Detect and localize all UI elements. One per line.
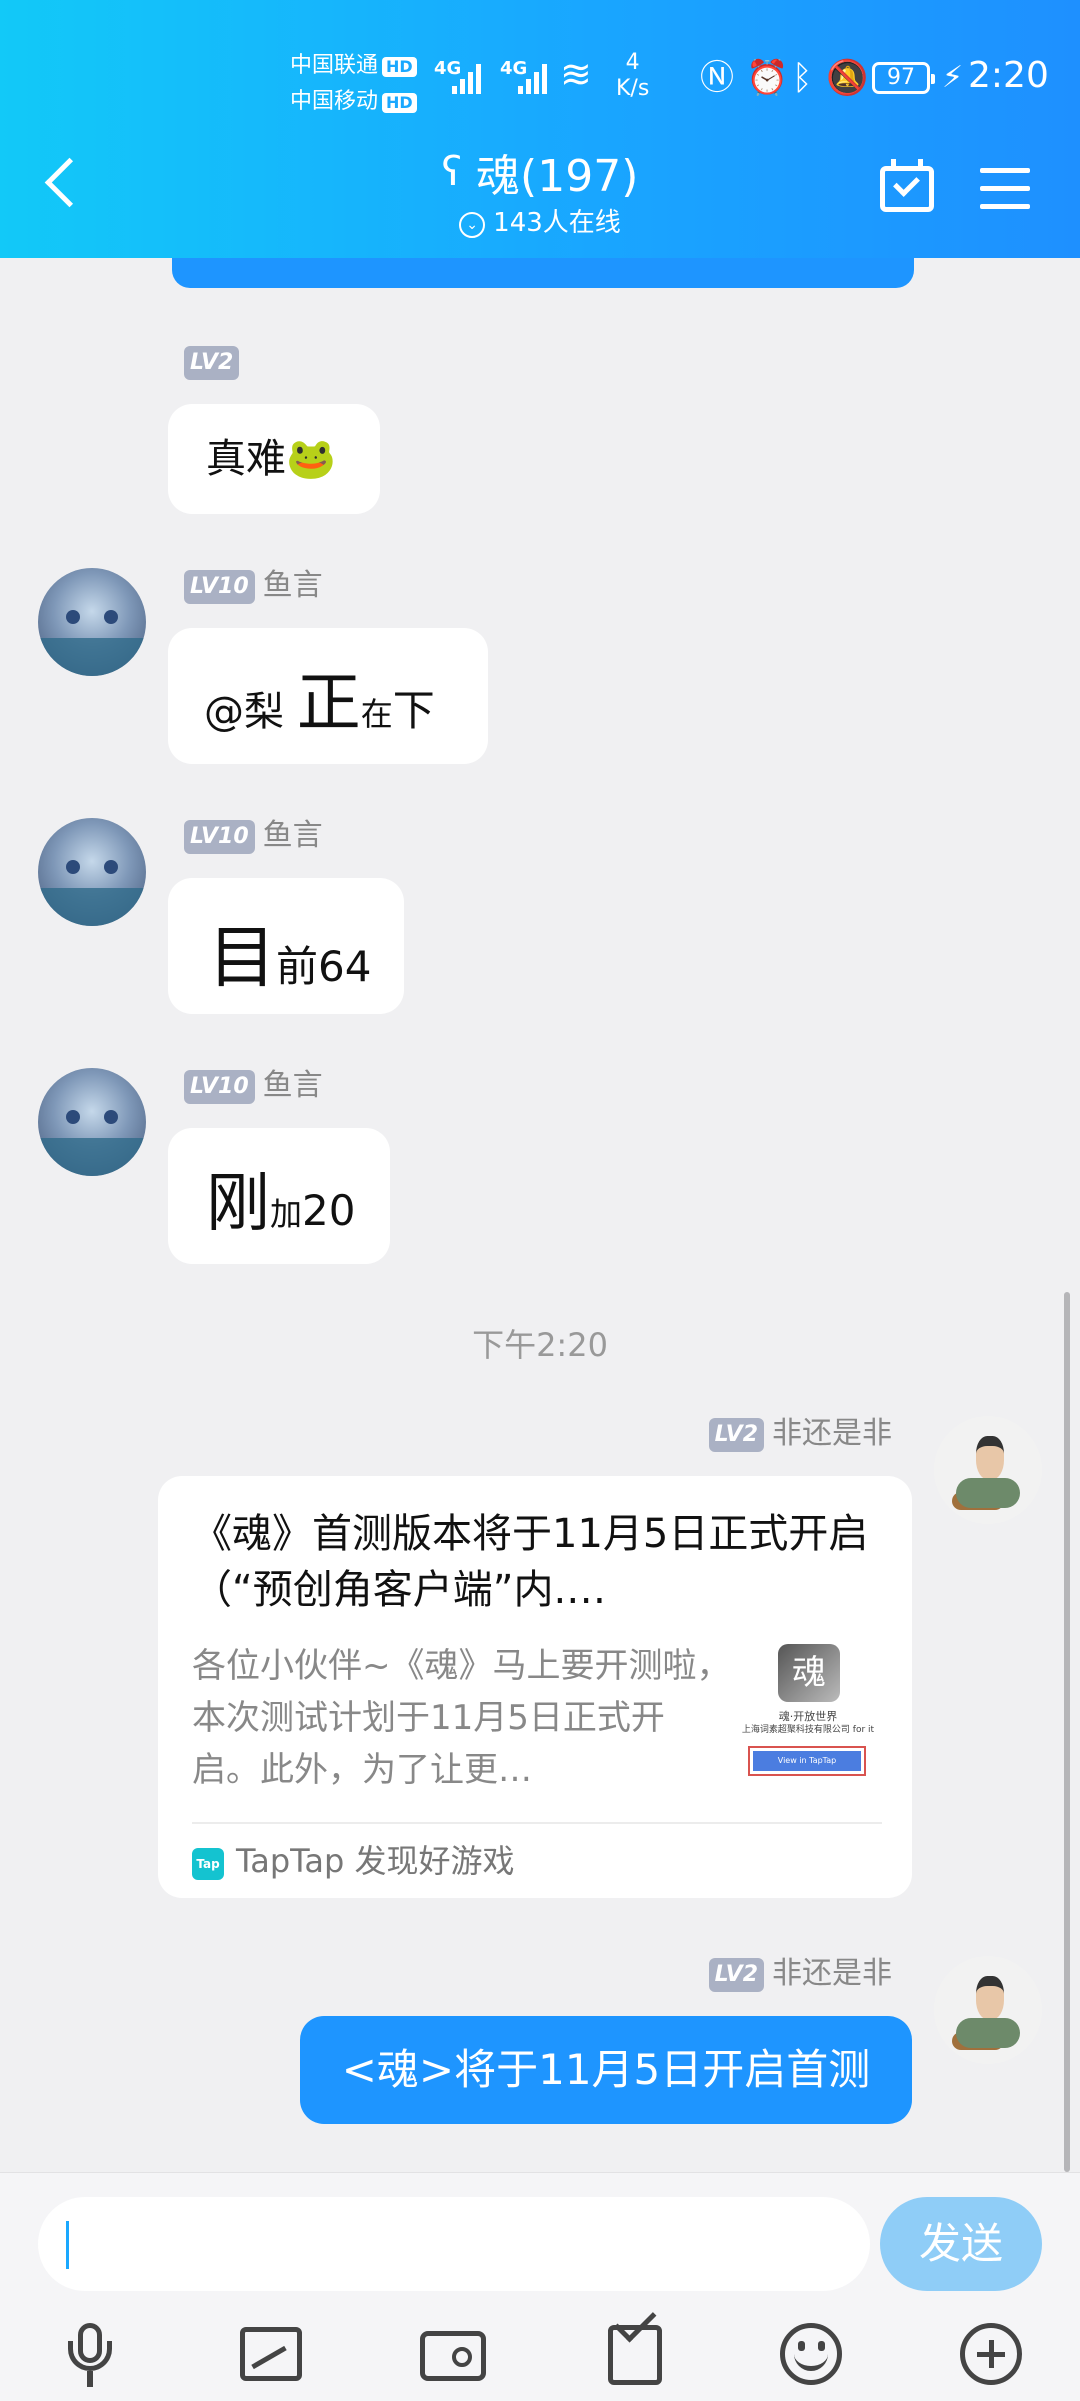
message-text: 20 [302,1186,356,1235]
message-bubble[interactable]: 刚加20 [168,1128,390,1264]
sender-name: 非还是非 [772,1416,892,1451]
message-text-small: 在 [360,695,393,733]
nfc-icon: Ⓝ [700,58,734,98]
thumbnail-title: 魂·开放世界 [778,1710,838,1723]
signal-icon [518,60,554,94]
share-card-source: Tap TapTap 发现好游戏 [192,1838,515,1884]
message-meta: LV2 [184,344,247,380]
message-text: @梨 [204,689,297,735]
avatar[interactable] [38,568,146,676]
source-name: TapTap 发现好游戏 [236,1842,515,1880]
sender-name: 鱼言 [262,818,323,853]
message-bubble[interactable]: 目前64 [168,878,404,1014]
level-badge: LV2 [708,1958,764,1992]
status-bar: 中国联通 HD 中国移动 HD 4G 4G ≋ 4 K/s Ⓝ ⏰ ᛒ 🔕 97 ⚡… [0,40,1080,120]
time-divider: 下午2:20 [472,1326,608,1364]
charging-icon: ⚡ [942,60,964,95]
thumbnail-company: 上海词素超聚科技有限公司 for it [741,1725,875,1735]
avatar[interactable] [38,1068,146,1176]
message-meta: LV2 非还是非 [708,1416,892,1452]
carrier-2: 中国移动 [290,89,379,114]
camera-icon[interactable] [418,2319,490,2391]
message-text-large: 正 [296,667,361,741]
message-text-large: 刚 [206,1167,270,1241]
battery-indicator: 97 [872,62,935,94]
mute-bell-icon: 🔕 [826,58,869,98]
send-button[interactable]: 发送 [880,2197,1042,2291]
share-card[interactable]: 《魂》首测版本将于11月5日正式开启（“预创角客户端”内.… 各位小伙伴~《魂》… [158,1476,912,1898]
chat-title: 魂(197) [476,151,639,202]
level-badge: LV2 [184,346,240,380]
plus-icon[interactable] [956,2319,1028,2391]
wifi-icon: ≋ [560,52,592,96]
message-input[interactable] [38,2197,870,2291]
alarm-icon: ⏰ [746,58,789,98]
message-meta: LV10 鱼言 [184,568,323,604]
speed-value: 4 [625,50,640,75]
chevron-down-icon: ⌄ [459,212,486,238]
message-meta: LV10 鱼言 [184,818,323,854]
sender-name: 非还是非 [772,1956,892,1991]
message-text: 下 [392,686,435,735]
message-bubble-self[interactable]: <魂>将于11月5日开启首测 [300,2016,912,2124]
level-badge: LV10 [184,1070,255,1104]
level-badge: LV10 [184,570,255,604]
emoji-icon[interactable] [776,2319,848,2391]
hd-badge: HD [382,57,417,77]
carrier-info: 中国联通 HD 中国移动 HD [290,48,417,120]
taptap-icon: Tap [192,1848,224,1880]
message-bubble[interactable]: @梨 正在下 [168,628,488,764]
envelope-icon[interactable] [600,2300,672,2391]
thumbnail-button: View in TapTap [748,1746,866,1776]
header-bar: 中国联通 HD 中国移动 HD 4G 4G ≋ 4 K/s Ⓝ ⏰ ᛒ 🔕 97 ⚡… [0,0,1080,258]
message-meta: LV10 鱼言 [184,1068,323,1104]
avatar[interactable] [934,1956,1042,2064]
share-card-title: 《魂》首测版本将于11月5日正式开启（“预创角客户端”内.… [192,1511,869,1613]
hd-badge: HD [382,93,417,113]
divider [192,1822,882,1824]
online-count-text: 143人在线 [493,208,621,238]
mic-icon[interactable] [54,2319,126,2391]
avatar[interactable] [38,818,146,926]
clock: 2:20 [968,55,1049,96]
bluetooth-icon: ᛒ [792,58,813,98]
network-speed: 4 K/s [616,50,649,102]
scrollbar[interactable] [1064,1292,1070,2172]
image-icon[interactable] [236,2319,308,2391]
ear-icon: ʕ [441,149,463,195]
calendar-check-icon[interactable] [880,159,934,212]
message-text-small: 前64 [276,942,372,991]
message-bubble[interactable]: 真难🐸 [168,404,380,514]
message-text-large: 目 [208,919,277,998]
sender-name: 鱼言 [262,1068,323,1103]
sender-name: 鱼言 [262,568,323,603]
level-badge: LV2 [708,1418,764,1452]
message-text-small: 加 [270,1195,303,1233]
game-logo: 魂 [778,1644,840,1702]
message-meta: LV2 非还是非 [708,1956,892,1992]
input-area: 发送 [0,2172,1080,2401]
signal-icon [452,60,488,94]
share-card-thumbnail: 魂 魂·开放世界 上海词素超聚科技有限公司 for it View in Tap… [734,1640,882,1790]
share-card-description: 各位小伙伴~《魂》马上要开测啦，本次测试计划于11月5日正式开启。此外，为了让更… [192,1646,731,1790]
avatar[interactable] [934,1416,1042,1524]
thumbnail-button-label: View in TapTap [753,1751,861,1771]
level-badge: LV10 [184,820,255,854]
speed-unit: K/s [616,76,650,101]
menu-icon[interactable] [980,166,1030,210]
carrier-1: 中国联通 [290,53,379,78]
text-cursor [66,2221,69,2269]
